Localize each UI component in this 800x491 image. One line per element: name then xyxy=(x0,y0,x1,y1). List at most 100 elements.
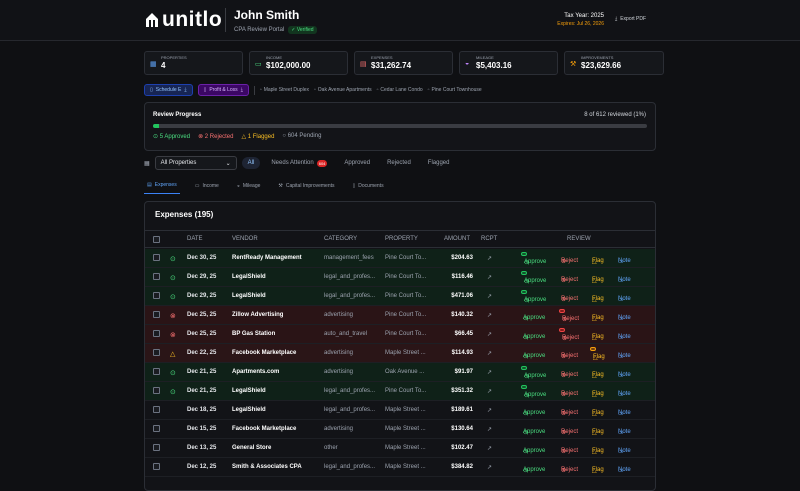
approve-button[interactable]: ⊙ Approve xyxy=(521,290,546,304)
property-link-oak[interactable]: ▫ Oak Avenue Apartments xyxy=(314,87,372,93)
filter-approved[interactable]: Approved xyxy=(338,157,376,169)
approve-button[interactable]: ⊙ Approve xyxy=(521,461,545,474)
property-select[interactable]: All Properties ⌄ xyxy=(154,156,237,170)
external-link-icon[interactable]: ↗ xyxy=(487,331,492,338)
select-all-checkbox[interactable] xyxy=(153,236,160,243)
note-button[interactable]: ▭ Note xyxy=(616,442,631,455)
row-checkbox[interactable] xyxy=(153,406,160,413)
tab-documents[interactable]: ▯ Documents xyxy=(350,180,387,194)
tab-mileage[interactable]: ◒ Mileage xyxy=(234,180,264,194)
row-checkbox[interactable] xyxy=(153,311,160,318)
flag-button[interactable]: △ Flag xyxy=(590,423,604,436)
external-link-icon[interactable]: ↗ xyxy=(487,312,492,319)
row-checkbox[interactable] xyxy=(153,463,160,470)
col-amount[interactable]: Amount xyxy=(444,236,470,242)
row-checkbox[interactable] xyxy=(153,444,160,451)
row-checkbox[interactable] xyxy=(153,273,160,280)
export-pdf-button[interactable]: ⤓ Export PDF xyxy=(615,16,646,22)
reject-button[interactable]: ⊗ Reject xyxy=(559,461,578,474)
flag-button[interactable]: △ Flag xyxy=(590,328,604,341)
reject-button[interactable]: ⊗ Reject xyxy=(559,328,579,342)
note-button[interactable]: ▭ Note xyxy=(616,290,631,303)
flag-button[interactable]: △ Flag xyxy=(590,461,604,474)
approve-button[interactable]: ⊙ Approve xyxy=(521,328,545,341)
note-button[interactable]: ▭ Note xyxy=(616,385,631,398)
note-button[interactable]: ▭ Note xyxy=(616,309,631,322)
filter-needs-attention[interactable]: Needs Attention 604 xyxy=(265,157,333,170)
reject-button[interactable]: ⊗ Reject xyxy=(559,309,579,323)
profit-loss-label: Profit & Loss xyxy=(209,87,238,93)
col-category[interactable]: Category xyxy=(324,236,357,242)
external-link-icon[interactable]: ↗ xyxy=(487,293,492,300)
flag-button[interactable]: △ Flag xyxy=(590,442,604,455)
reject-button[interactable]: ⊗ Reject xyxy=(559,442,578,455)
flag-button[interactable]: △ Flag xyxy=(590,385,604,398)
tab-income[interactable]: ▭ Income xyxy=(192,180,222,194)
logo[interactable]: unitlo xyxy=(145,9,222,30)
note-button[interactable]: ▭ Note xyxy=(616,404,631,417)
reject-button[interactable]: ⊗ Reject xyxy=(559,290,578,303)
col-date[interactable]: Date xyxy=(187,236,203,242)
property-link-maple[interactable]: ▫ Maple Street Duplex xyxy=(260,87,309,93)
external-link-icon[interactable]: ↗ xyxy=(487,445,492,452)
approve-button[interactable]: ⊙ Approve xyxy=(521,271,546,285)
flag-button[interactable]: △ Flag xyxy=(590,347,605,361)
row-checkbox[interactable] xyxy=(153,387,160,394)
approve-button[interactable]: ⊙ Approve xyxy=(521,442,545,455)
tab-capital-improvements[interactable]: ⚒ Capital Improvements xyxy=(275,180,337,194)
approve-button[interactable]: ⊙ Approve xyxy=(521,404,545,417)
external-link-icon[interactable]: ↗ xyxy=(487,464,492,471)
flag-button[interactable]: △ Flag xyxy=(590,404,604,417)
reject-button[interactable]: ⊗ Reject xyxy=(559,347,578,360)
note-button[interactable]: ▭ Note xyxy=(616,366,631,379)
note-button[interactable]: ▭ Note xyxy=(616,347,631,360)
row-checkbox[interactable] xyxy=(153,254,160,261)
reject-button[interactable]: ⊗ Reject xyxy=(559,423,578,436)
row-checkbox[interactable] xyxy=(153,425,160,432)
note-button[interactable]: ▭ Note xyxy=(616,271,631,284)
filter-all[interactable]: All xyxy=(241,157,261,169)
approve-button[interactable]: ⊙ Approve xyxy=(521,347,545,360)
filter-rejected[interactable]: Rejected xyxy=(381,157,417,169)
external-link-icon[interactable]: ↗ xyxy=(487,426,492,433)
approve-button[interactable]: ⊙ Approve xyxy=(521,309,545,322)
row-checkbox[interactable] xyxy=(153,349,160,356)
property-link-pine[interactable]: ▫ Pine Court Townhouse xyxy=(428,87,482,93)
note-button[interactable]: ▭ Note xyxy=(616,423,631,436)
property-link-cedar[interactable]: ▫ Cedar Lane Condo xyxy=(377,87,423,93)
row-checkbox[interactable] xyxy=(153,368,160,375)
flag-button[interactable]: △ Flag xyxy=(590,290,604,303)
reject-button[interactable]: ⊗ Reject xyxy=(559,404,578,417)
reject-button[interactable]: ⊗ Reject xyxy=(559,252,578,265)
note-button[interactable]: ▭ Note xyxy=(616,328,631,341)
external-link-icon[interactable]: ↗ xyxy=(487,407,492,414)
flag-button[interactable]: △ Flag xyxy=(590,309,604,322)
col-vendor[interactable]: Vendor xyxy=(232,236,258,242)
external-link-icon[interactable]: ↗ xyxy=(487,369,492,376)
rejected-count: ⊗ 2 Rejected xyxy=(198,133,233,140)
profit-loss-button[interactable]: ▯ Profit & Loss ⤓ xyxy=(197,84,249,96)
external-link-icon[interactable]: ↗ xyxy=(487,274,492,281)
reject-button[interactable]: ⊗ Reject xyxy=(559,366,578,379)
col-property[interactable]: Property xyxy=(385,236,418,242)
filter-flagged[interactable]: Flagged xyxy=(422,157,456,169)
schedule-e-button[interactable]: ▯ Schedule E ⤓ xyxy=(144,84,193,96)
flag-button[interactable]: △ Flag xyxy=(590,366,604,379)
external-link-icon[interactable]: ↗ xyxy=(487,388,492,395)
reject-button[interactable]: ⊗ Reject xyxy=(559,385,578,398)
note-button[interactable]: ▭ Note xyxy=(616,461,631,474)
flag-button[interactable]: △ Flag xyxy=(590,252,604,265)
external-link-icon[interactable]: ↗ xyxy=(487,255,492,262)
download-icon: ⤓ xyxy=(184,87,187,93)
approve-button[interactable]: ⊙ Approve xyxy=(521,423,545,436)
note-button[interactable]: ▭ Note xyxy=(616,252,631,265)
approve-button[interactable]: ⊙ Approve xyxy=(521,252,546,266)
external-link-icon[interactable]: ↗ xyxy=(487,350,492,357)
reject-button[interactable]: ⊗ Reject xyxy=(559,271,578,284)
tab-expenses[interactable]: ▤ Expenses xyxy=(144,180,180,194)
approve-button[interactable]: ⊙ Approve xyxy=(521,366,546,380)
row-checkbox[interactable] xyxy=(153,330,160,337)
row-checkbox[interactable] xyxy=(153,292,160,299)
approve-button[interactable]: ⊙ Approve xyxy=(521,385,546,399)
flag-button[interactable]: △ Flag xyxy=(590,271,604,284)
